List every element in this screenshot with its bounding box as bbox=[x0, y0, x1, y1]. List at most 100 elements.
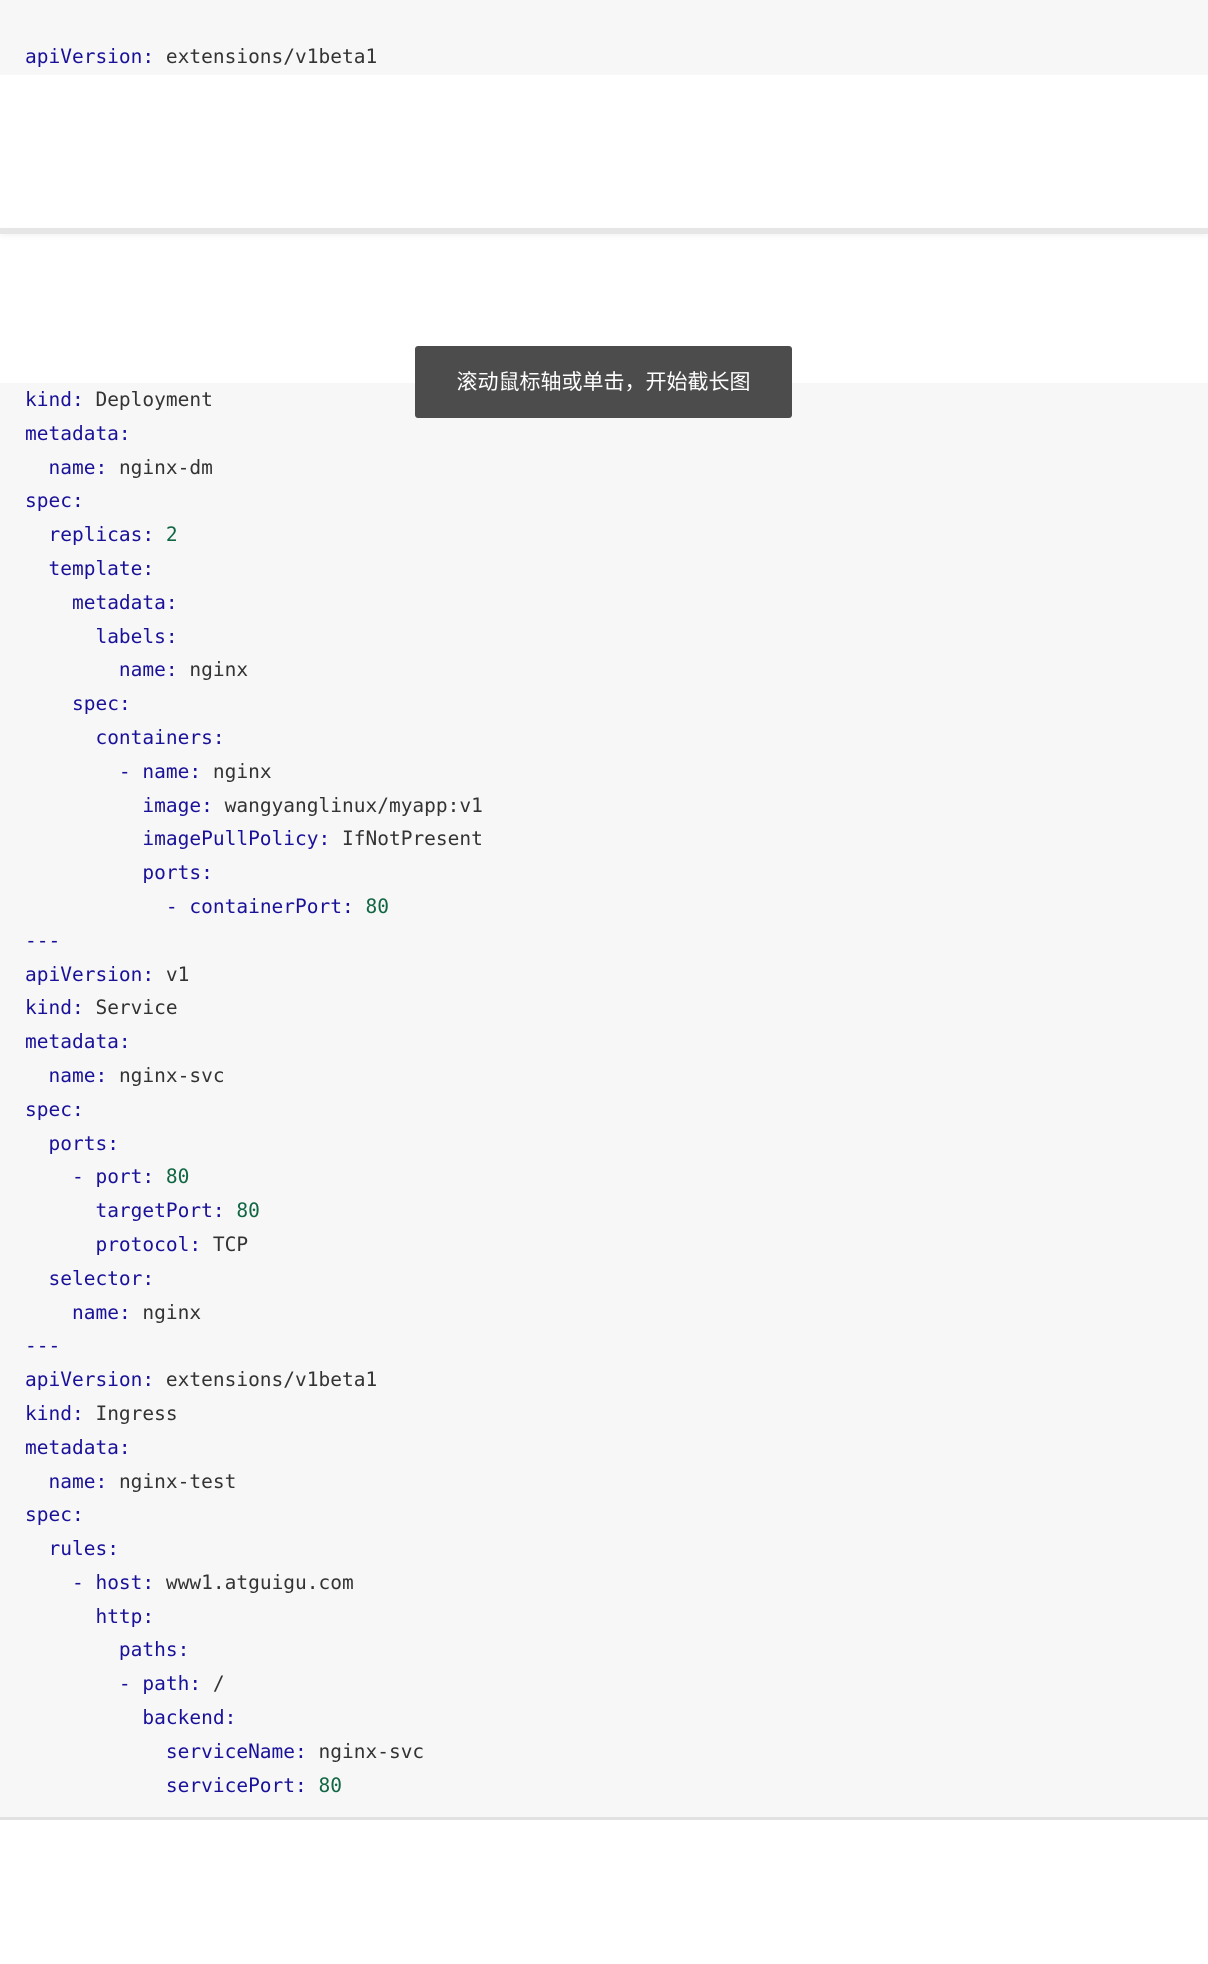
yaml-key: ports bbox=[48, 1131, 108, 1155]
yaml-key: ports bbox=[142, 861, 202, 885]
colon: : bbox=[342, 894, 366, 918]
code-line: metadata: bbox=[25, 1431, 483, 1465]
code-line: apiVersion: v1 bbox=[25, 958, 483, 992]
code-line: - port: 80 bbox=[25, 1160, 483, 1194]
yaml-key: apiVersion bbox=[25, 1368, 143, 1392]
colon: : bbox=[71, 1097, 84, 1121]
yaml-key: port bbox=[95, 1165, 143, 1189]
yaml-value: 2 bbox=[165, 523, 178, 547]
list-dash: - bbox=[118, 1672, 143, 1696]
yaml-value: wangyanglinux/myapp:v1 bbox=[224, 793, 483, 817]
code-line: apiVersion: extensions/v1beta1 bbox=[25, 1363, 483, 1397]
code-line: image: wangyanglinux/myapp:v1 bbox=[25, 789, 483, 823]
code-line: - name: nginx bbox=[25, 755, 483, 789]
yaml-value: 80 bbox=[236, 1199, 260, 1223]
code-line: --- bbox=[25, 924, 483, 958]
colon: : bbox=[142, 45, 166, 68]
colon: : bbox=[95, 1063, 119, 1087]
colon: : bbox=[189, 1232, 213, 1256]
colon: : bbox=[107, 1131, 119, 1155]
code-line: - path: / bbox=[25, 1667, 483, 1701]
code-line: spec: bbox=[25, 1498, 483, 1532]
colon: : bbox=[142, 1604, 155, 1628]
colon: : bbox=[95, 455, 119, 479]
yaml-key: serviceName bbox=[165, 1739, 296, 1763]
code-line: - containerPort: 80 bbox=[25, 890, 483, 924]
yaml-value: nginx-dm bbox=[118, 455, 213, 479]
code-line: --- bbox=[25, 1329, 483, 1363]
list-dash: - bbox=[71, 1165, 96, 1189]
yaml-key: kind bbox=[25, 1401, 72, 1425]
yaml-value: 80 bbox=[365, 894, 389, 918]
yaml-value: nginx bbox=[189, 658, 249, 682]
yaml-key: spec bbox=[71, 692, 119, 716]
colon: : bbox=[118, 1030, 131, 1054]
colon: : bbox=[295, 1739, 319, 1763]
yaml-key: servicePort bbox=[165, 1773, 296, 1797]
screenshot-tooltip: 滚动鼠标轴或单击，开始截长图 bbox=[415, 346, 792, 418]
colon: : bbox=[107, 1537, 119, 1561]
yaml-key: name bbox=[48, 1469, 96, 1493]
colon: : bbox=[295, 1773, 319, 1797]
yaml-value: extensions/v1beta1 bbox=[165, 1368, 378, 1392]
colon: : bbox=[71, 1503, 84, 1527]
colon: : bbox=[165, 590, 178, 614]
yaml-key: name bbox=[48, 1063, 96, 1087]
yaml-value: www1.atguigu.com bbox=[165, 1570, 354, 1594]
colon: : bbox=[165, 624, 178, 648]
colon: : bbox=[71, 996, 96, 1020]
code-line: rules: bbox=[25, 1532, 483, 1566]
code-line: backend: bbox=[25, 1701, 483, 1735]
yaml-key: containers bbox=[95, 725, 213, 749]
yaml-value: 80 bbox=[318, 1773, 342, 1797]
yaml-value: nginx-svc bbox=[118, 1063, 225, 1087]
yaml-key: metadata bbox=[25, 1030, 119, 1054]
yaml-key: paths bbox=[118, 1638, 178, 1662]
yaml-key: protocol bbox=[95, 1232, 190, 1256]
colon: : bbox=[142, 523, 166, 547]
yaml-value: nginx bbox=[212, 759, 272, 783]
yaml-key: name bbox=[118, 658, 166, 682]
yaml-key: image bbox=[142, 793, 202, 817]
colon: : bbox=[212, 1199, 237, 1223]
yaml-separator: --- bbox=[25, 928, 61, 952]
code-line: name: nginx bbox=[25, 1296, 483, 1330]
colon: : bbox=[318, 827, 342, 851]
code-line: ports: bbox=[25, 856, 483, 890]
code-line: apiVersion: extensions/v1beta1 bbox=[25, 40, 377, 74]
colon: : bbox=[189, 759, 213, 783]
yaml-key: apiVersion bbox=[25, 962, 143, 986]
code-line: paths: bbox=[25, 1633, 483, 1667]
yaml-key: path bbox=[142, 1672, 190, 1696]
code-line: serviceName: nginx-svc bbox=[25, 1735, 483, 1769]
code-line: servicePort: 80 bbox=[25, 1769, 483, 1803]
code-content: kind: Deployment metadata: name: nginx-dm… bbox=[25, 383, 483, 1802]
yaml-key: host bbox=[95, 1570, 143, 1594]
code-line: labels: bbox=[25, 620, 483, 654]
yaml-key: spec bbox=[25, 1503, 72, 1527]
colon: : bbox=[142, 556, 155, 580]
yaml-value: Deployment bbox=[95, 388, 213, 411]
code-block-yaml: kind: Deployment metadata: name: nginx-dm… bbox=[0, 383, 1208, 1820]
yaml-key: kind bbox=[25, 388, 72, 411]
yaml-value: IfNotPresent bbox=[342, 827, 483, 851]
yaml-key: metadata bbox=[25, 421, 119, 445]
code-line: name: nginx bbox=[25, 653, 483, 687]
